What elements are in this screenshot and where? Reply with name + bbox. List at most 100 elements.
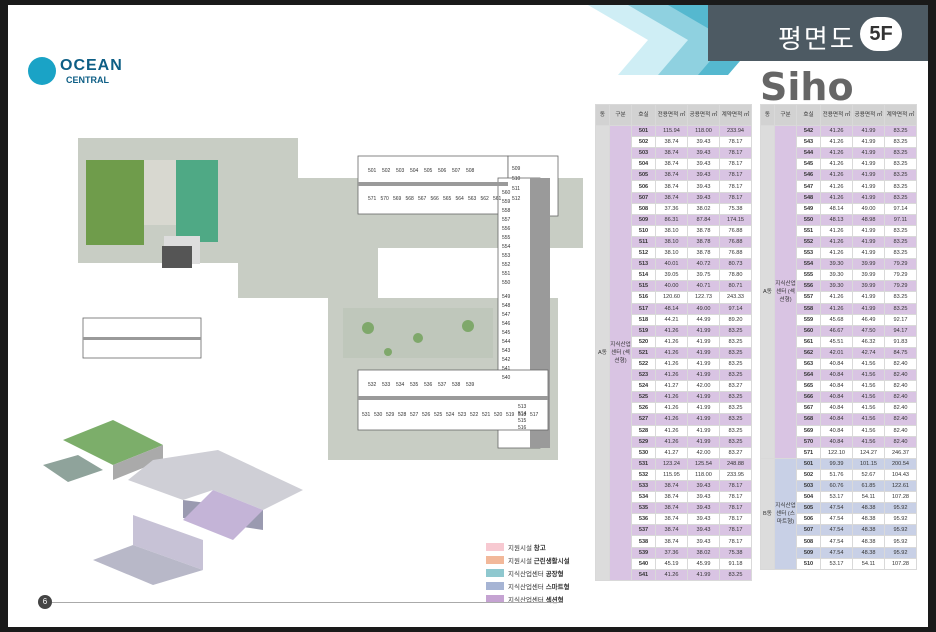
area-value: 48.38 [852, 535, 885, 548]
unit-number: 504 [631, 158, 656, 171]
ocean-central-logo: OCEAN CENTRAL [28, 53, 138, 89]
area-value: 38.74 [655, 191, 688, 204]
plan-unit-label: 556 [502, 226, 511, 232]
area-value: 41.26 [820, 302, 853, 315]
area-value: 39.43 [687, 535, 720, 548]
area-value: 78.17 [719, 180, 752, 193]
col-unit: 호실 [631, 104, 656, 126]
area-value: 40.84 [820, 391, 853, 404]
unit-number: 570 [796, 435, 821, 448]
unit-number: 566 [796, 391, 821, 404]
area-value: 38.78 [687, 224, 720, 237]
area-value: 89.20 [719, 313, 752, 326]
area-value: 83.25 [719, 413, 752, 426]
area-value: 82.40 [884, 357, 917, 371]
area-value: 37.36 [655, 202, 688, 215]
unit-number: 548 [796, 191, 821, 204]
plan-unit-label: 542 [502, 357, 511, 363]
area-value: 83.25 [884, 180, 917, 193]
area-value: 46.32 [852, 335, 885, 348]
area-value: 41.27 [655, 380, 688, 393]
area-value: 115.94 [655, 124, 688, 138]
plan-unit-label: 565 [443, 196, 452, 202]
legend-item: 지식산업센터 공장형 [486, 566, 596, 579]
area-value: 38.74 [655, 169, 688, 182]
plan-unit-label: 520 [494, 412, 503, 418]
unit-number: 503 [631, 147, 656, 160]
unit-number: 563 [796, 357, 821, 371]
unit-number: 546 [796, 169, 821, 182]
area-value: 41.99 [852, 191, 885, 204]
area-value: 115.95 [655, 468, 688, 482]
area-value: 39.99 [852, 280, 885, 293]
area-value: 41.99 [687, 369, 720, 382]
type-cell: 지식산업센터 (섹션형) [774, 125, 797, 459]
plan-unit-label: 509 [512, 166, 521, 172]
unit-number: 502 [796, 468, 821, 482]
area-value: 233.94 [719, 124, 752, 138]
plan-unit-label: 514 [518, 411, 527, 417]
area-value: 118.00 [687, 124, 720, 138]
area-value: 83.25 [884, 235, 917, 249]
area-value: 107.28 [884, 557, 917, 570]
area-value: 41.26 [655, 335, 688, 348]
area-value: 248.88 [719, 457, 752, 470]
plan-unit-label: 551 [502, 271, 511, 277]
area-value: 40.84 [820, 380, 853, 393]
area-value: 41.99 [687, 357, 720, 371]
area-value: 54.11 [852, 491, 885, 504]
page-number: 6 [38, 595, 52, 609]
area-value: 233.95 [719, 468, 752, 482]
area-value: 95.92 [884, 524, 917, 537]
area-value: 83.25 [884, 158, 917, 171]
area-value: 78.80 [719, 269, 752, 282]
unit-number: 517 [631, 302, 656, 315]
area-value: 48.14 [820, 202, 853, 215]
plan-unit-label: 506 [438, 168, 447, 174]
unit-number: 522 [631, 357, 656, 371]
area-value: 124.27 [852, 446, 885, 459]
area-value: 41.26 [820, 224, 853, 237]
plan-unit-label: 529 [386, 412, 395, 418]
area-value: 47.54 [820, 513, 853, 526]
plan-unit-label: 510 [512, 176, 521, 182]
unit-number: 526 [631, 402, 656, 415]
area-value: 83.25 [884, 169, 917, 182]
plan-unit-label: 512 [512, 196, 521, 202]
area-value: 83.25 [884, 291, 917, 304]
area-value: 47.54 [820, 502, 853, 515]
area-value: 79.29 [884, 280, 917, 293]
watermark: Siho [760, 65, 854, 109]
plan-unit-label: 517 [530, 412, 539, 418]
area-value: 48.38 [852, 513, 885, 526]
area-value: 41.99 [852, 169, 885, 182]
area-value: 45.99 [687, 557, 720, 570]
area-value: 45.51 [820, 335, 853, 348]
unit-number: 507 [631, 191, 656, 204]
unit-number: 558 [796, 302, 821, 315]
area-value: 41.26 [655, 369, 688, 382]
area-value: 38.02 [687, 202, 720, 215]
plan-unit-label: 555 [502, 235, 511, 241]
area-value: 104.43 [884, 468, 917, 482]
area-value: 41.99 [852, 302, 885, 315]
area-value: 38.78 [687, 235, 720, 249]
col-unit: 호실 [796, 104, 821, 126]
plan-unit-label: 562 [481, 196, 490, 202]
area-value: 78.17 [719, 535, 752, 548]
sports-field [86, 160, 144, 245]
plan-unit-label: 522 [470, 412, 479, 418]
plan-unit-label: 546 [502, 321, 511, 327]
area-value: 122.73 [687, 291, 720, 304]
area-value: 38.74 [655, 524, 688, 537]
area-value: 41.26 [655, 357, 688, 371]
area-value: 40.84 [820, 369, 853, 382]
plan-unit-label: 523 [458, 412, 467, 418]
unit-number: 541 [631, 568, 656, 581]
unit-number: 502 [631, 136, 656, 149]
plan-unit-label: 561 [493, 196, 502, 202]
area-value: 46.49 [852, 313, 885, 326]
plan-unit-label: 501 [368, 168, 377, 174]
logo-line2: CENTRAL [66, 75, 109, 85]
area-value: 40.84 [820, 435, 853, 448]
